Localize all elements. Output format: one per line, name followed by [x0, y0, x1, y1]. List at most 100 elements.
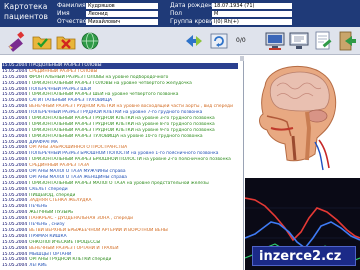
- record-title: ДИАФРАГМА: [29, 139, 58, 145]
- watermark-text: inzerce2.cz: [259, 249, 342, 264]
- record-title: ВЕТВИ ВЕРХНЕЙ БРЫЖЕЕЧНОЙ АРТЕРИИ И ВОРОТ…: [29, 227, 168, 233]
- record-title: ГОРИЗОНТАЛЬНЫЙ РАЗРЕЗ ГОЛОВЫ на уровне ч…: [29, 80, 192, 86]
- record-row[interactable]: 15.05.2004 ГОРИЗОНТАЛЬНЫЙ РАЗРЕЗ МАЛОГО Т…: [2, 181, 238, 187]
- record-date: 15.05.2004: [2, 222, 28, 228]
- document-edit-icon: [315, 31, 332, 50]
- record-date: 15.05.2004: [2, 257, 28, 263]
- records-rows: 15.05.2004 ПРОДОЛЬНЫЙ РАЗРЕЗ ГОЛОВЫ 15.05.…: [2, 63, 238, 269]
- dob-field[interactable]: 18.07.1934 (71): [212, 3, 292, 9]
- folder-delete-icon: [56, 36, 76, 50]
- record-date: 15.05.2004: [2, 263, 28, 269]
- record-title: ГОРИЗОНТАЛЬНЫЙ РАЗРЕЗ ТУЛОВИЩА на уровне…: [29, 133, 203, 139]
- record-title: ОРГАНЫ МАЛОГО ТАЗА ЖЕНЩИНЫ справа: [29, 174, 127, 180]
- toolbar: 0/0: [0, 27, 360, 55]
- record-date: 15.05.2004: [2, 239, 28, 245]
- head-section-illustration: [245, 56, 360, 178]
- record-title: ПОПЕРЕЧНЫЙ РАЗРЕЗ БРЮШНОЙ ПОЛОСТИ на уро…: [29, 151, 219, 157]
- record-title: ОРГАНЫ ГРУДНОЙ КЛЕТКИ спереди: [29, 257, 112, 263]
- anatomy-image: [245, 56, 360, 178]
- record-date: 15.05.2004: [2, 98, 28, 104]
- record-title: ОРГАНЫ ЗАБРЮШИННОГО ПРОСТРАНСТВА: [29, 145, 128, 151]
- patient-header: Картотека пациентов Фамилия Кудряшов Имя…: [0, 0, 360, 27]
- record-row[interactable]: 15.05.2004 ЛЕГКИЕ: [2, 263, 238, 269]
- blood-group-field[interactable]: I(0) Rh(+): [212, 19, 292, 25]
- record-date: 15.05.2004: [2, 104, 28, 110]
- print-preview-button[interactable]: [288, 30, 310, 52]
- record-date: 15.05.2004: [2, 116, 28, 122]
- record-title: ФРОНТАЛЬНЫЙ РАЗРЕЗ ГОЛОВЫ на уровне подб…: [29, 74, 169, 80]
- record-date: 15.05.2004: [2, 186, 28, 192]
- record-row[interactable]: 15.05.2004 ГОРИЗОНТАЛЬНЫЙ РАЗРЕЗ ТУЛОВИЩА…: [2, 134, 238, 140]
- document-edit-button[interactable]: [312, 30, 334, 52]
- record-date: 15.05.2004: [2, 86, 28, 92]
- records-list[interactable]: 15.05.2004 ПРОДОЛЬНЫЙ РАЗРЕЗ ГОЛОВЫ 15.05.…: [0, 56, 244, 270]
- record-title: ПЕЧЕНЬ , снизу: [29, 222, 65, 228]
- surname-label: Фамилия: [57, 2, 86, 9]
- patronymic-field[interactable]: Михайлович: [86, 19, 158, 25]
- arrows-icon: [186, 35, 202, 47]
- navigate-button[interactable]: [183, 30, 205, 52]
- refresh-icon: [210, 33, 228, 49]
- record-date: 15.05.2004: [2, 174, 28, 180]
- patronymic-label: Отчество: [57, 18, 87, 25]
- record-title: ГОРИЗОНТАЛЬНЫЙ РАЗРЕЗ ГРУДНОЙ КЛЕТКИ на …: [29, 121, 215, 127]
- edit-button[interactable]: [6, 30, 28, 52]
- record-title: ГОРИЗОНТАЛЬНЫЙ РАЗРЕЗ БРЮШНОЙ ПОЛОСТИ на…: [29, 157, 231, 163]
- record-date: 15.05.2004: [2, 204, 28, 210]
- exit-button[interactable]: [336, 30, 358, 52]
- record-title: СРЕДИННЫЙ РАЗРЕЗ ГОЛОВЫ: [29, 68, 98, 74]
- record-date: 15.05.2004: [2, 63, 28, 68]
- record-title: ОНКОЛОГИЧЕСКИЕ ПРОЦЕССЫ: [29, 239, 101, 245]
- record-title: ПРОДОЛЬНЫЙ РАЗРЕЗ ГОЛОВЫ: [29, 63, 102, 68]
- record-date: 15.05.2004: [2, 139, 28, 145]
- record-title: ЗАДНЯЯ СТЕНКА ЖЕЛУДКА: [29, 198, 92, 204]
- record-date: 15.05.2004: [2, 110, 28, 116]
- globe-button[interactable]: [79, 30, 101, 52]
- surname-field[interactable]: Кудряшов: [86, 3, 158, 9]
- record-date: 15.05.2004: [2, 92, 28, 98]
- record-date: 15.05.2004: [2, 169, 28, 175]
- record-date: 15.05.2004: [2, 68, 28, 74]
- folder-check-icon: [32, 36, 52, 50]
- record-row[interactable]: 15.05.2004 ГОРИЗОНТАЛЬНЫЙ РАЗРЕЗ ГРУДНОЙ …: [2, 128, 238, 134]
- record-date: 15.05.2004: [2, 157, 28, 163]
- record-title: СРЕДИННЫЙ РАЗРЕЗ ТАЗА: [29, 163, 90, 169]
- record-title: ЖЕЛЧНЫЙ ПУЗЫРЬ: [29, 210, 74, 216]
- record-date: 15.05.2004: [2, 192, 28, 198]
- record-row[interactable]: 15.05.2004 ГОРИЗОНТАЛЬНЫЙ РАЗРЕЗ ГРУДНОЙ …: [2, 122, 238, 128]
- record-title: ВЕНЕЧНЫЙ РАЗРЕЗ ГОРТАНИ И ТРАХЕИ: [29, 245, 119, 251]
- record-title: ВЕНЕЧНЫЙ РАЗРЕЗ ГРУДНОЙ КЛЕТКИ на уровне…: [29, 104, 233, 110]
- globe-icon: [81, 32, 99, 50]
- record-title: МЫШЦЫ ГОРТАНИ: [29, 251, 72, 257]
- counter-label: 0/0: [236, 37, 246, 44]
- folder-check-button[interactable]: [31, 30, 53, 52]
- sex-label: Пол: [170, 10, 183, 17]
- blood-group-label: Группа крови: [170, 18, 213, 25]
- record-date: 15.05.2004: [2, 216, 28, 222]
- monitor-button[interactable]: [264, 30, 286, 52]
- record-title: СКЕЛЕТ спереди: [29, 186, 68, 192]
- record-date: 15.05.2004: [2, 151, 28, 157]
- record-date: 15.05.2004: [2, 163, 28, 169]
- list-scrollbar[interactable]: [240, 56, 244, 61]
- record-title: САГИТТАЛЬНЫЙ РАЗРЕЗ ТУЛОВИЩА: [29, 98, 113, 104]
- watermark-badge: inzerce2.cz: [252, 246, 356, 266]
- record-title: ПОПЕРЕЧНЫЙ РАЗРЕЗ ШЕИ: [29, 86, 92, 92]
- name-field[interactable]: Леонид: [86, 11, 158, 17]
- record-date: 15.05.2004: [2, 210, 28, 216]
- refresh-button[interactable]: [208, 30, 230, 52]
- record-title: ГОРИЗОНТАЛЬНЫЙ РАЗРЕЗ ГРУДНОЙ КЛЕТКИ на …: [29, 127, 215, 133]
- record-date: 15.05.2004: [2, 145, 28, 151]
- record-title: ЛЕГКИЕ: [29, 263, 48, 269]
- app-title: Картотека пациентов: [4, 2, 49, 21]
- name-label: Имя: [57, 10, 70, 17]
- folder-delete-button[interactable]: [55, 30, 77, 52]
- record-title: ОРГАНЫ МАЛОГО ТАЗА МУЖЧИНЫ справа: [29, 169, 126, 175]
- exit-icon: [339, 31, 356, 51]
- record-date: 15.05.2004: [2, 127, 28, 133]
- sex-field[interactable]: М: [212, 11, 292, 17]
- record-title: ГОРИЗОНТАЛЬНЫЙ РАЗРЕЗ ГРУДНОЙ КЛЕТКИ на …: [29, 116, 215, 122]
- record-date: 15.05.2004: [2, 121, 28, 127]
- record-date: 15.05.2004: [2, 133, 28, 139]
- record-title: ПИЩЕВОД, спереди: [29, 192, 76, 198]
